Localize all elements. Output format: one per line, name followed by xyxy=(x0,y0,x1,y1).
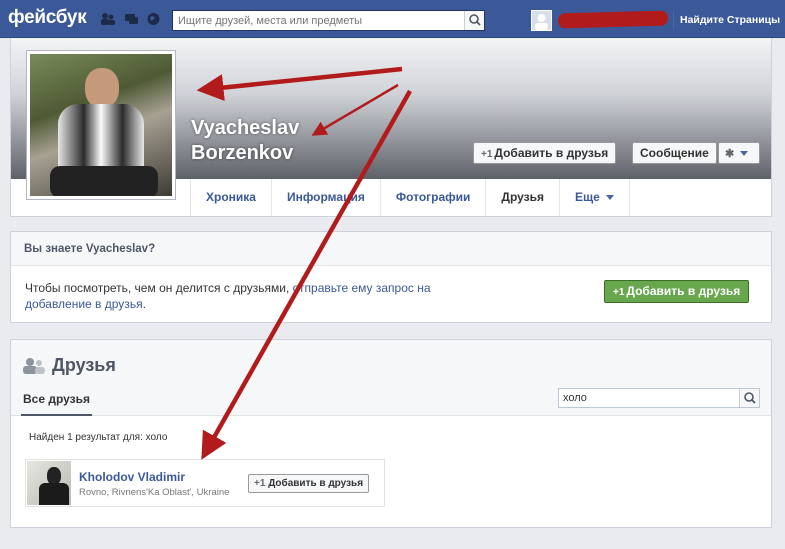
profile-header: Vyacheslav Borzenkov +1 Добавить в друзья… xyxy=(10,38,772,217)
messages-icon[interactable] xyxy=(124,12,139,26)
add-friend-icon: +1 xyxy=(613,287,625,298)
know-text-prefix: Чтобы посмотреть, чем он делится с друзь… xyxy=(25,281,290,295)
tab-more-label: Еще xyxy=(575,190,600,204)
profile-picture[interactable] xyxy=(26,50,176,200)
add-friend-icon: +1 xyxy=(254,478,266,489)
friends-icon xyxy=(23,358,45,374)
notifications-globe-icon[interactable] xyxy=(146,12,161,26)
friend-location: Rovno, Rivnens'Ka Oblast', Ukraine xyxy=(79,487,230,498)
profile-first-name: Vyacheslav xyxy=(191,117,300,139)
tab-timeline[interactable]: Хроника xyxy=(191,179,272,216)
friends-title: Друзья xyxy=(52,355,116,375)
tab-friends[interactable]: Друзья xyxy=(486,179,561,216)
friends-header: Друзья Все друзья xyxy=(11,340,771,416)
search-box xyxy=(172,10,485,31)
add-friend-small-label: Добавить в друзья xyxy=(268,478,364,489)
do-you-know-heading: Вы знаете Vyacheslav? xyxy=(11,232,771,266)
friends-search-input[interactable] xyxy=(559,389,737,407)
add-friend-label: Добавить в друзья xyxy=(494,146,609,160)
add-friend-small-button[interactable]: +1 Добавить в друзья xyxy=(248,474,370,493)
profile-name[interactable]: Vyacheslav Borzenkov xyxy=(191,116,299,166)
settings-dropdown-button[interactable]: ✱ xyxy=(718,142,760,164)
tab-all-friends[interactable]: Все друзья xyxy=(21,388,92,416)
do-you-know-text: Чтобы посмотреть, чем он делится с друзь… xyxy=(25,280,465,312)
friends-search-button[interactable] xyxy=(739,389,759,407)
tab-more[interactable]: Еще xyxy=(560,179,630,216)
redacted-username[interactable] xyxy=(557,10,669,29)
add-friend-green-label: Добавить в друзья xyxy=(626,284,741,298)
gear-icon: ✱ xyxy=(725,148,735,160)
friend-result-card: Kholodov Vladimir Rovno, Rivnens'Ka Obla… xyxy=(25,459,385,507)
avatar-silhouette-icon xyxy=(535,14,548,30)
friend-avatar[interactable] xyxy=(27,461,71,505)
profile-tabs: Хроника Информация Фотографии Друзья Еще xyxy=(190,179,630,216)
add-friend-icon: +1 xyxy=(481,149,493,160)
user-avatar[interactable] xyxy=(531,10,552,31)
add-friend-green-button[interactable]: +1 Добавить в друзья xyxy=(604,280,750,303)
profile-last-name: Borzenkov xyxy=(191,142,294,164)
tab-about[interactable]: Информация xyxy=(272,179,381,216)
tab-photos[interactable]: Фотографии xyxy=(381,179,487,216)
find-pages-link[interactable]: Найдите Страницы xyxy=(680,14,780,26)
chevron-down-icon xyxy=(740,151,749,157)
top-bar: фейсбук Найдите Страницы xyxy=(0,0,785,38)
search-results-count: Найден 1 результат для: холо xyxy=(29,432,168,443)
search-icon xyxy=(469,14,481,26)
friends-panel: Друзья Все друзья Найден 1 результат для… xyxy=(10,339,772,528)
message-button[interactable]: Сообщение xyxy=(632,142,717,164)
search-input[interactable] xyxy=(173,11,463,30)
facebook-logo[interactable]: фейсбук xyxy=(8,7,87,29)
profile-photo xyxy=(30,54,172,196)
friends-search-box xyxy=(558,388,760,408)
divider xyxy=(673,12,674,29)
do-you-know-panel: Вы знаете Vyacheslav? Чтобы посмотреть, … xyxy=(10,231,772,323)
friend-requests-icon[interactable] xyxy=(100,12,115,26)
friend-name-link[interactable]: Kholodov Vladimir xyxy=(79,470,185,484)
search-icon xyxy=(744,392,756,404)
know-text-end: . xyxy=(142,297,146,311)
chevron-down-icon xyxy=(605,195,614,201)
add-friend-button[interactable]: +1 Добавить в друзья xyxy=(473,142,617,164)
search-button[interactable] xyxy=(464,11,484,30)
